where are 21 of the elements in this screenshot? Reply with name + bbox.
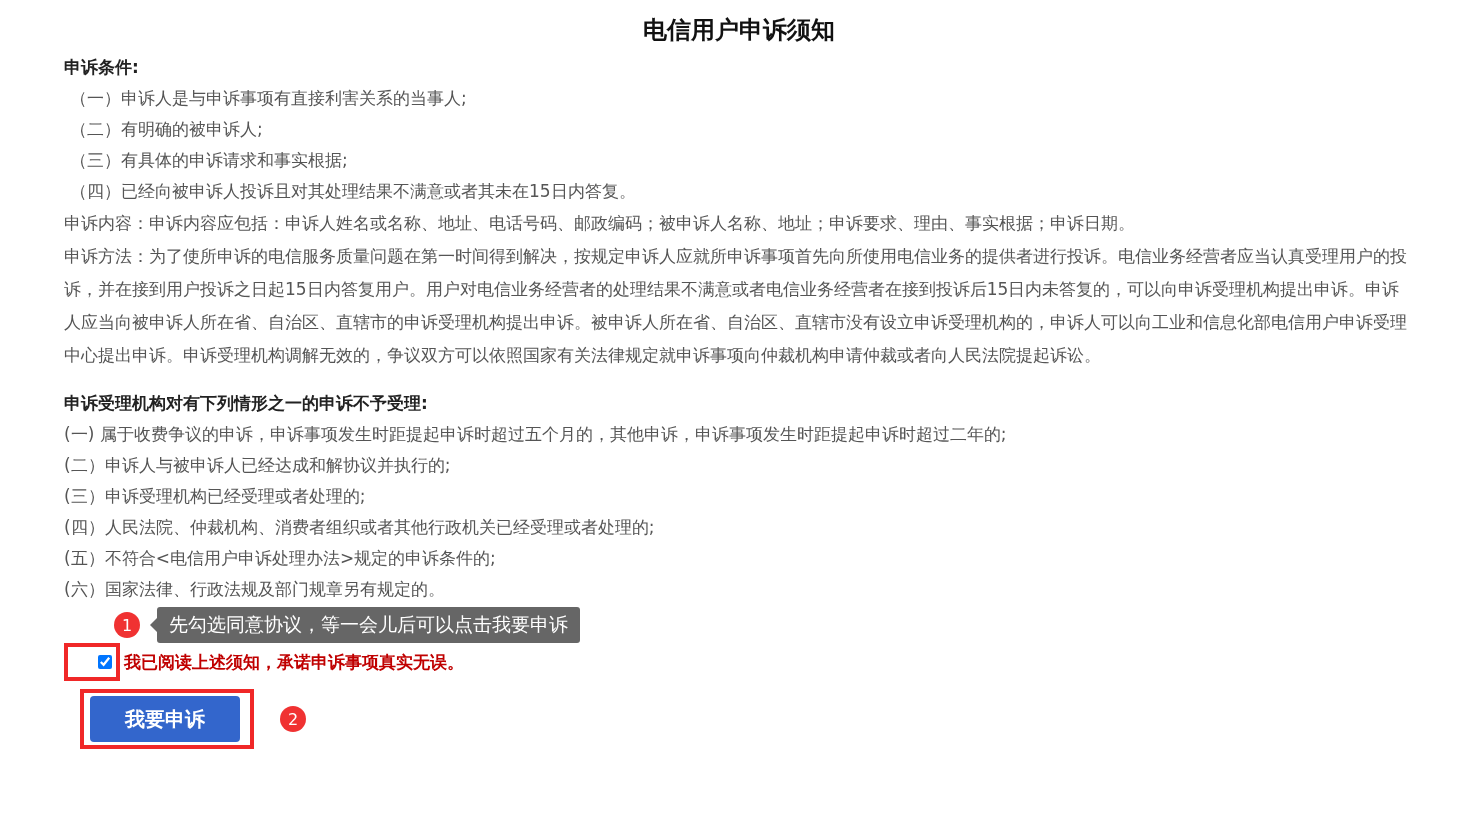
rejection-item: (二）申诉人与被申诉人已经达成和解协议并执行的; bbox=[64, 454, 452, 477]
paragraph: 申诉方法：为了使所申诉的电信服务质量问题在第一时间得到解决，按规定申诉人应就所申诉事项首先向所使用电信业务的提供者进行投诉。电信业务经营者应当认真受理用户的投诉，并在接到用户投诉之日起15日内答复用户。用户对电信业务经营者的处理结果不满意或者电信业务经营者在接到投诉后15日内未答复的，可以向申诉受理机构提出申诉。申诉人应当向被申诉人所在省、自治区、直辖市的申诉受理机构提出申诉。被申诉人所在省、自治区、直辖市没有设立申诉受理机构的，申诉人可以向工业和信息化部电信用户申诉受理中心提出申诉。申诉受理机构调解无效的，争议双方可以依照国家有关法律规定就申诉事项向仲裁机构申请仲裁或者向人民法院提起诉讼。 bbox=[64, 245, 1408, 367]
condition-item: （四）已经向被申诉人投诉且对其处理结果不满意或者其未在15日内答复。 bbox=[69, 180, 637, 203]
rejection-item: (一) 属于收费争议的申诉，申诉事项发生时距提起申诉时超过五个月的，其他申诉，申诉事项发生时距提起申诉时超过二年的; bbox=[64, 423, 1008, 446]
condition-item: （三）有具体的申诉请求和事实根据; bbox=[69, 149, 349, 172]
rejection-item: (四）人民法院、仲裁机构、消费者组织或者其他行政机关已经受理或者处理的; bbox=[64, 516, 656, 539]
page-title: 电信用户申诉须知 bbox=[641, 15, 836, 46]
condition-item: （二）有明确的被申诉人; bbox=[69, 118, 264, 141]
tooltip: 先勾选同意协议，等一会儿后可以点击我要申诉 bbox=[157, 607, 580, 643]
paragraph: 申诉内容：申诉内容应包括：申诉人姓名或名称、地址、电话号码、邮政编码；被申诉人名称、地址；申诉要求、理由、事实根据；申诉日期。 bbox=[64, 212, 1136, 235]
rejection-item: (六）国家法律、行政法规及部门规章另有规定的。 bbox=[64, 578, 446, 601]
rejection-item: (五）不符合<电信用户申诉处理办法>规定的申诉条件的; bbox=[64, 547, 497, 570]
agreement-label: 我已阅读上述须知，承诺申诉事项真实无误。 bbox=[124, 650, 464, 674]
step-marker: 2 bbox=[280, 706, 306, 732]
step-marker: 1 bbox=[114, 612, 140, 638]
submit-button[interactable]: 我要申诉 bbox=[90, 696, 240, 742]
condition-item: （一）申诉人是与申诉事项有直接利害关系的当事人; bbox=[69, 87, 468, 110]
rejection-item: (三）申诉受理机构已经受理或者处理的; bbox=[64, 485, 367, 508]
section-heading: 申诉条件: bbox=[64, 56, 140, 79]
agree-checkbox[interactable] bbox=[98, 655, 112, 669]
section-heading: 申诉受理机构对有下列情形之一的申诉不予受理: bbox=[64, 392, 429, 415]
